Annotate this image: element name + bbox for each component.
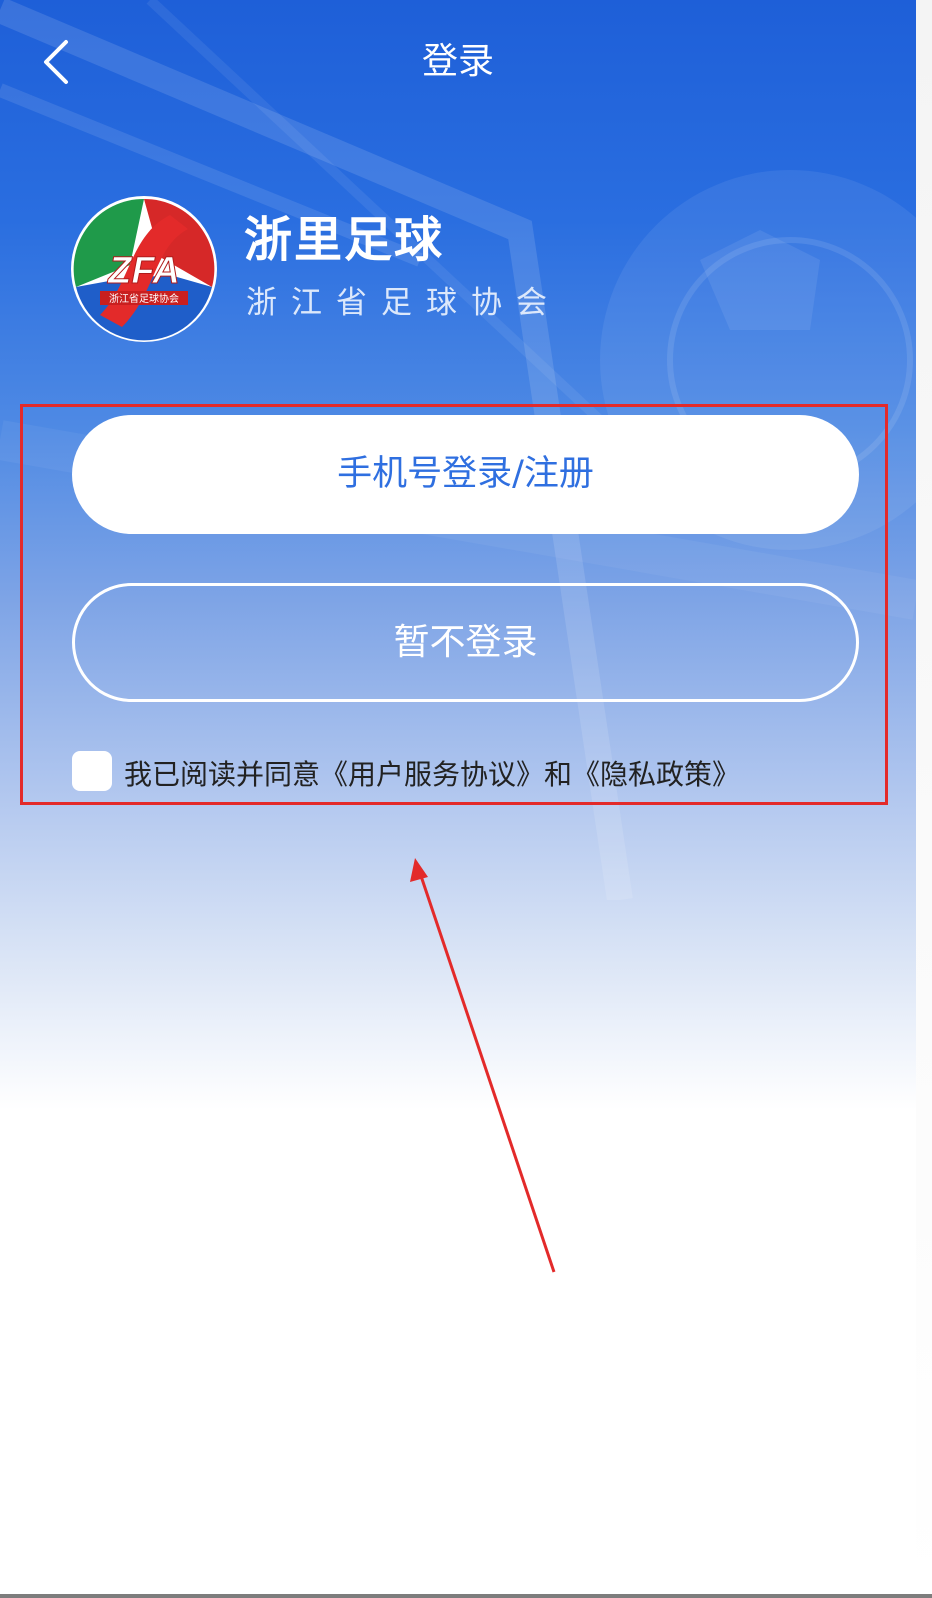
annotation-arrow-icon (410, 858, 556, 1273)
bottom-divider (0, 1594, 932, 1598)
right-edge (916, 0, 932, 1598)
